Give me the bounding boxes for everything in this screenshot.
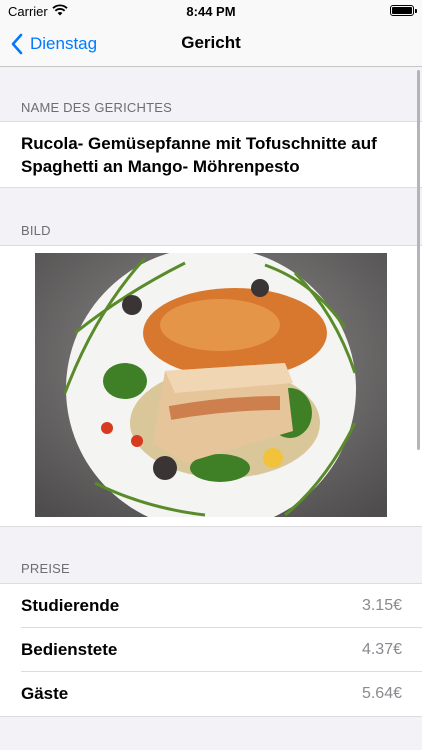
section-header-image: BILD <box>21 223 51 238</box>
price-row: Gäste 5.64€ <box>0 672 422 716</box>
section-header-name: NAME DES GERICHTES <box>21 100 172 115</box>
dish-photo <box>35 253 387 517</box>
prices-list: Studierende 3.15€ Bedienstete 4.37€ Gäst… <box>0 583 422 717</box>
status-time: 8:44 PM <box>186 4 236 19</box>
battery-icon <box>390 5 417 16</box>
image-cell <box>0 245 422 527</box>
dish-name-cell: Rucola- Gemüsepfanne mit Tofuschnitte au… <box>0 121 422 188</box>
price-value: 3.15€ <box>361 597 402 614</box>
price-label: Bedienstete <box>21 640 118 659</box>
price-value: 4.37€ <box>361 641 402 658</box>
price-label: Gäste <box>21 684 69 703</box>
price-row: Studierende 3.15€ <box>0 584 422 628</box>
page-title: Gericht <box>181 33 241 52</box>
price-value: 5.64€ <box>361 685 402 702</box>
section-header-prices: PREISE <box>21 561 70 576</box>
dish-name: Rucola- Gemüsepfanne mit Tofuschnitte au… <box>21 134 377 176</box>
navigation-bar: Dienstag Gericht <box>0 22 422 67</box>
status-bar: Carrier 8:44 PM <box>0 0 422 22</box>
price-label: Studierende <box>21 596 120 615</box>
price-row: Bedienstete 4.37€ <box>0 628 422 672</box>
scroll-indicator[interactable] <box>417 70 420 450</box>
